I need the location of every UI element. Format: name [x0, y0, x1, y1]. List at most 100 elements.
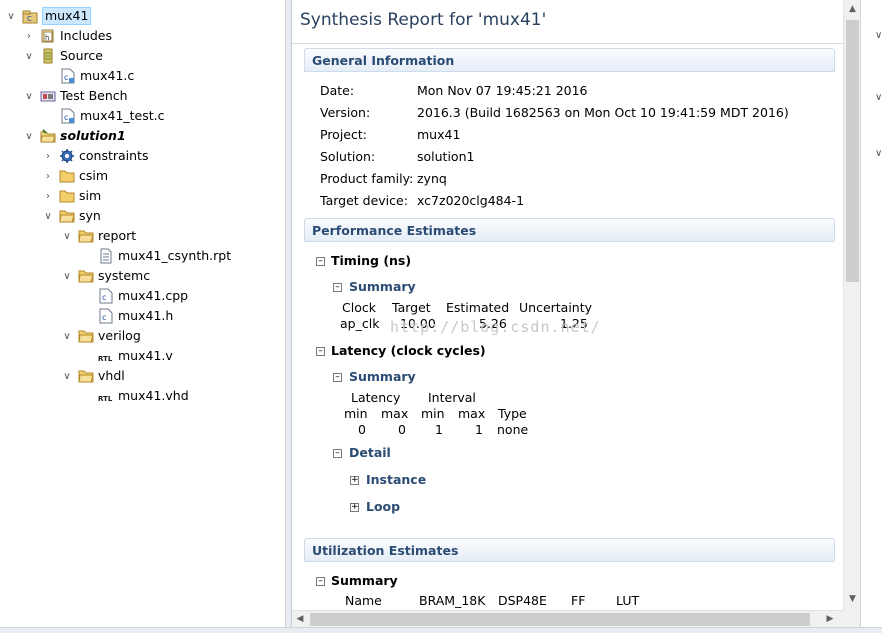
tree-item-systemc[interactable]: ∨ systemc: [60, 266, 150, 286]
folder-icon: [59, 188, 75, 204]
tree-item-verilog[interactable]: ∨ verilog: [60, 326, 140, 346]
latency-subheader-type: Type: [498, 406, 527, 421]
section-heading: Utilization Estimates: [312, 543, 459, 558]
tree-item-includes[interactable]: › h Includes: [22, 26, 112, 46]
chevron-down-icon[interactable]: ∨: [41, 209, 55, 223]
source-label: Source: [60, 48, 103, 63]
testbench-file-label: mux41_test.c: [80, 108, 165, 123]
c-file-icon: c: [60, 108, 76, 124]
latency-cell-type: none: [497, 422, 529, 437]
expand-icon[interactable]: +: [350, 476, 359, 485]
collapse-icon[interactable]: –: [316, 577, 325, 586]
util-header-dsp: DSP48E: [498, 593, 547, 608]
testbench-label: Test Bench: [60, 88, 128, 103]
tree-item-testbench-file[interactable]: c mux41_test.c: [60, 106, 165, 126]
collapse-icon[interactable]: –: [316, 347, 325, 356]
constraints-label: constraints: [79, 148, 149, 163]
vertical-scrollbar[interactable]: ▲ ▼: [843, 0, 860, 610]
solution-label: solution1: [60, 128, 126, 143]
chevron-down-icon[interactable]: ∨: [60, 329, 74, 343]
tree-item-systemc-h[interactable]: c mux41.h: [98, 306, 173, 326]
scroll-right-icon[interactable]: ▶: [824, 614, 836, 624]
chevron-down-icon[interactable]: ∨: [60, 229, 74, 243]
expand-icon[interactable]: +: [350, 503, 359, 512]
latency-summary-heading: Summary: [349, 369, 416, 384]
chevron-right-icon[interactable]: ›: [22, 29, 36, 43]
collapse-icon[interactable]: –: [333, 283, 342, 292]
scroll-down-icon[interactable]: ▼: [844, 594, 861, 604]
horizontal-scroll-thumb[interactable]: [310, 613, 810, 626]
horizontal-scrollbar[interactable]: ◀ ▶: [292, 610, 843, 627]
tree-item-syn[interactable]: ∨ syn: [41, 206, 101, 226]
folder-open-icon: [78, 368, 94, 384]
interval-subheader-min: min: [421, 406, 445, 421]
csim-label: csim: [79, 168, 109, 183]
chevron-down-icon[interactable]: ∨: [22, 129, 36, 143]
tree-item-source[interactable]: ∨ Source: [22, 46, 103, 66]
interval-cell-min: 1: [435, 422, 443, 437]
systemc-h-label: mux41.h: [118, 308, 174, 323]
solution-folder-icon: [40, 128, 56, 144]
section-heading: Performance Estimates: [312, 223, 477, 238]
solution-label: Solution:: [320, 149, 376, 164]
timing-header-target: Target: [392, 300, 431, 315]
utilization-summary-heading: Summary: [331, 573, 398, 588]
chevron-down-icon[interactable]: ∨: [60, 269, 74, 283]
tree-item-vhdl-file[interactable]: RTL mux41.vhd: [98, 386, 189, 406]
tree-item-project[interactable]: ∨ C mux41: [4, 6, 92, 26]
timing-header-estimated: Estimated: [446, 300, 510, 315]
solution-value: solution1: [417, 149, 475, 164]
folder-open-icon: [78, 228, 94, 244]
svg-text:RTL: RTL: [98, 355, 113, 363]
report-label: report: [98, 228, 137, 243]
tree-item-source-file[interactable]: c mux41.c: [60, 66, 134, 86]
scrollbar-corner: [843, 610, 860, 627]
scroll-up-icon[interactable]: ▲: [844, 4, 861, 14]
report-title: Synthesis Report for 'mux41': [300, 10, 547, 30]
vertical-scroll-thumb[interactable]: [846, 20, 859, 282]
product-family-label: Product family:: [320, 171, 414, 186]
tree-item-sim[interactable]: › sim: [41, 186, 101, 206]
tree-item-report[interactable]: ∨ report: [60, 226, 136, 246]
chevron-down-icon[interactable]: ∨: [4, 9, 18, 23]
latency-subheader-max: max: [381, 406, 409, 421]
tree-item-solution[interactable]: ∨ solution1: [22, 126, 126, 146]
date-label: Date:: [320, 83, 355, 98]
chevron-down-icon[interactable]: ∨: [22, 89, 36, 103]
tree-item-systemc-cpp[interactable]: c mux41.cpp: [98, 286, 188, 306]
tree-item-report-file[interactable]: mux41_csynth.rpt: [98, 246, 231, 266]
timing-header-clock: Clock: [342, 300, 376, 315]
collapse-icon[interactable]: –: [316, 257, 325, 266]
right-panel-strip: ∨ ∨ ∨: [860, 0, 882, 627]
latency-subheader-min: min: [344, 406, 368, 421]
collapse-icon[interactable]: –: [333, 373, 342, 382]
tree-item-testbench[interactable]: ∨ Test Bench: [22, 86, 128, 106]
vhdl-label: vhdl: [98, 368, 125, 383]
instance-heading[interactable]: Instance: [366, 472, 426, 487]
chevron-down-icon[interactable]: ∨: [60, 369, 74, 383]
chevron-right-icon[interactable]: ›: [41, 149, 55, 163]
tree-item-csim[interactable]: › csim: [41, 166, 108, 186]
chevron-right-icon[interactable]: ›: [41, 189, 55, 203]
tree-item-constraints[interactable]: › constraints: [41, 146, 148, 166]
project-label: mux41: [42, 7, 92, 25]
util-header-bram: BRAM_18K: [419, 593, 486, 608]
chevron-down-icon[interactable]: ∨: [875, 148, 882, 159]
collapse-icon[interactable]: –: [333, 449, 342, 458]
systemc-cpp-label: mux41.cpp: [118, 288, 189, 303]
interval-subheader-max: max: [458, 406, 486, 421]
bottom-status-strip: [0, 627, 882, 633]
chevron-down-icon[interactable]: ∨: [875, 30, 882, 41]
project-explorer: ∨ C mux41 › h Includes ∨ Source c mux41.…: [0, 0, 286, 633]
svg-text:RTL: RTL: [98, 395, 113, 403]
chevron-down-icon[interactable]: ∨: [875, 92, 882, 103]
chevron-down-icon[interactable]: ∨: [22, 49, 36, 63]
scroll-left-icon[interactable]: ◀: [294, 614, 306, 624]
folder-open-icon: [78, 328, 94, 344]
timing-cell-clock: ap_clk: [340, 316, 380, 331]
chevron-right-icon[interactable]: ›: [41, 169, 55, 183]
tree-item-verilog-file[interactable]: RTL mux41.v: [98, 346, 173, 366]
tree-item-vhdl[interactable]: ∨ vhdl: [60, 366, 125, 386]
verilog-file-label: mux41.v: [118, 348, 173, 363]
loop-heading[interactable]: Loop: [366, 499, 400, 514]
